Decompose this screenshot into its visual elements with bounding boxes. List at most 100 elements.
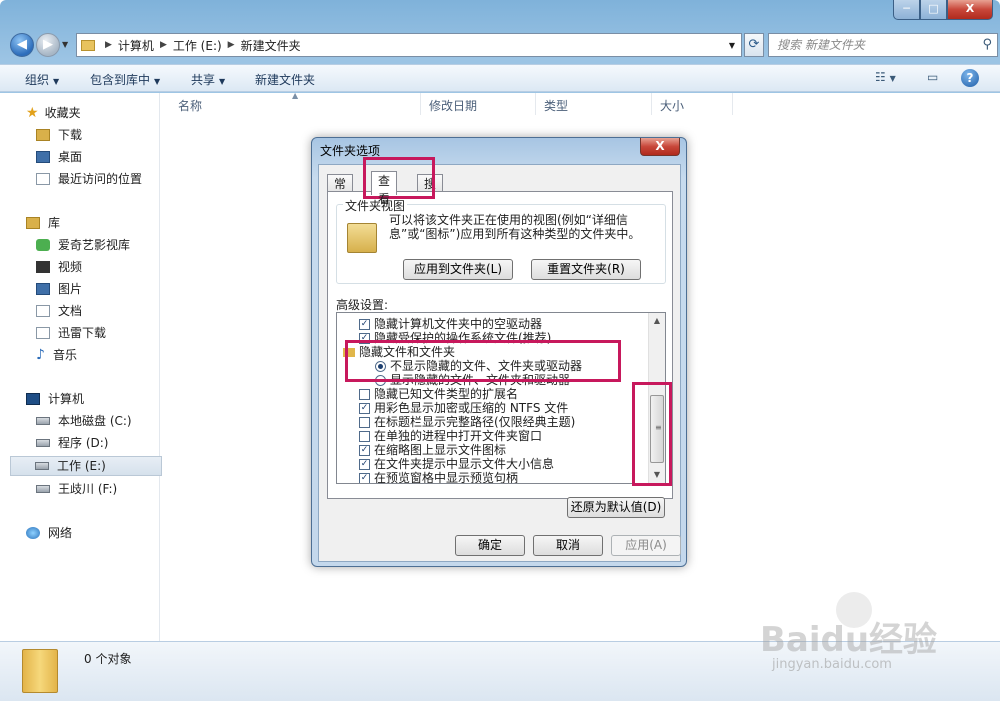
breadcrumb-new-folder[interactable]: 新建文件夹 <box>241 37 301 54</box>
ok-button[interactable]: 确定 <box>455 535 525 556</box>
checkbox-unchecked[interactable] <box>359 430 370 442</box>
column-divider[interactable] <box>651 93 652 115</box>
scroll-up-icon[interactable]: ▲ <box>649 313 665 329</box>
setting-label: 隐藏计算机文件夹中的空驱动器 <box>374 317 543 331</box>
view-options-icon[interactable]: ☷ ▼ <box>875 70 896 84</box>
setting-separate-process[interactable]: 在单独的进程中打开文件夹窗口 <box>359 429 542 443</box>
tab-view[interactable]: 查看 <box>371 171 398 206</box>
setting-label: 在文件夹提示中显示文件大小信息 <box>374 457 555 471</box>
nav-computer[interactable]: 计算机 <box>26 389 178 409</box>
nav-music[interactable]: ♪ 音乐 <box>36 345 188 365</box>
nav-libraries[interactable]: 库 <box>26 213 178 233</box>
nav-pictures-label: 图片 <box>58 282 83 296</box>
search-placeholder: 搜索 新建文件夹 <box>777 38 865 52</box>
navigation-bar: ◀ ▶ ▼ ▶ 计算机 ▶ 工作 (E:) ▶ 新建文件夹 ▼ ⟳ 搜索 新建文… <box>8 30 998 58</box>
column-header-name[interactable]: 名称 <box>178 97 202 114</box>
maximize-button[interactable]: □ <box>920 0 947 20</box>
column-divider[interactable] <box>732 93 733 115</box>
apply-button[interactable]: 应用(A) <box>611 535 681 556</box>
folder-views-group: 文件夹视图 可以将该文件夹正在使用的视图(例如“详细信息”或“图标”)应用到所有… <box>336 197 666 284</box>
nav-favorites[interactable]: ★ 收藏夹 <box>26 103 178 123</box>
search-input[interactable]: 搜索 新建文件夹 ⚲ <box>768 33 998 57</box>
drive-icon <box>36 485 50 493</box>
reset-folders-button[interactable]: 重置文件夹(R) <box>531 259 641 280</box>
column-divider[interactable] <box>420 93 421 115</box>
nav-pictures[interactable]: 图片 <box>36 279 188 299</box>
forward-arrow-icon[interactable]: ▶ <box>36 33 60 57</box>
item-count: 0 个对象 <box>84 652 132 666</box>
column-divider[interactable] <box>535 93 536 115</box>
nav-network[interactable]: 网络 <box>26 523 178 543</box>
apply-to-folders-button[interactable]: 应用到文件夹(L) <box>403 259 513 280</box>
nav-drive-f[interactable]: 王歧川 (F:) <box>36 479 188 499</box>
nav-desktop-label: 桌面 <box>58 150 83 164</box>
checkbox-unchecked[interactable] <box>359 388 370 400</box>
column-header-date-modified[interactable]: 修改日期 <box>429 97 477 114</box>
help-icon[interactable]: ? <box>961 69 979 87</box>
dialog-close-button[interactable]: X <box>640 138 680 156</box>
nav-thunder-downloads[interactable]: 迅雷下载 <box>36 323 188 343</box>
include-in-library-menu[interactable]: 包含到库中 ▼ <box>90 71 160 88</box>
organize-menu[interactable]: 组织 ▼ <box>25 71 59 88</box>
breadcrumb-separator[interactable]: ▶ <box>160 40 167 50</box>
nav-drive-c[interactable]: 本地磁盘 (C:) <box>36 411 188 431</box>
new-folder-button[interactable]: 新建文件夹 <box>255 71 315 88</box>
address-dropdown-icon[interactable]: ▼ <box>729 41 735 50</box>
setting-label: 隐藏已知文件类型的扩展名 <box>374 387 519 401</box>
column-header-size[interactable]: 大小 <box>660 97 684 114</box>
setting-hide-empty-drives[interactable]: ✓ 隐藏计算机文件夹中的空驱动器 <box>359 317 542 331</box>
nav-drive-d[interactable]: 程序 (D:) <box>36 433 188 453</box>
nav-iqiyi-library[interactable]: 爱奇艺影视库 <box>36 235 188 255</box>
refresh-button[interactable]: ⟳ <box>744 33 764 57</box>
nav-thunder-label: 迅雷下载 <box>58 326 107 340</box>
navigation-pane: ★ 收藏夹 下载 桌面 最近访问的位置 库 爱奇艺影视库 视频 图片 文档 迅雷下… <box>8 93 162 641</box>
video-icon <box>36 261 50 273</box>
restore-defaults-button[interactable]: 还原为默认值(D) <box>567 497 665 518</box>
recent-pages-dropdown[interactable]: ▼ <box>62 40 68 49</box>
checkbox-checked[interactable]: ✓ <box>359 444 370 456</box>
breadcrumb-computer[interactable]: 计算机 <box>118 37 154 54</box>
nav-documents[interactable]: 文档 <box>36 301 188 321</box>
breadcrumb-separator[interactable]: ▶ <box>228 40 235 50</box>
share-menu[interactable]: 共享 ▼ <box>191 71 225 88</box>
folder-view-icon <box>347 223 377 253</box>
minimize-button[interactable]: ─ <box>893 0 920 20</box>
picture-icon <box>36 283 50 295</box>
setting-thumbnail-icons[interactable]: ✓ 在缩略图上显示文件图标 <box>359 443 506 457</box>
setting-hide-extensions[interactable]: 隐藏已知文件类型的扩展名 <box>359 387 518 401</box>
breadcrumb-drive-e[interactable]: 工作 (E:) <box>173 37 222 54</box>
preview-pane-icon[interactable]: ▭ <box>927 70 938 84</box>
iqiyi-icon <box>36 239 50 251</box>
nav-videos[interactable]: 视频 <box>36 257 188 277</box>
checkbox-checked[interactable]: ✓ <box>359 458 370 470</box>
back-arrow-icon[interactable]: ◀ <box>10 33 34 57</box>
search-icon[interactable]: ⚲ <box>982 34 992 56</box>
setting-full-path-title[interactable]: 在标题栏显示完整路径(仅限经典主题) <box>359 415 575 429</box>
setting-preview-handlers[interactable]: ✓ 在预览窗格中显示预览句柄 <box>359 471 519 484</box>
library-icon <box>26 217 40 229</box>
close-button[interactable]: X <box>947 0 993 20</box>
nav-drive-d-label: 程序 (D:) <box>58 436 109 450</box>
column-header-type[interactable]: 类型 <box>544 97 568 114</box>
command-toolbar: 组织 ▼ 包含到库中 ▼ 共享 ▼ 新建文件夹 ☷ ▼ ▭ ? <box>0 64 1000 92</box>
drive-icon <box>36 417 50 425</box>
address-bar[interactable]: ▶ 计算机 ▶ 工作 (E:) ▶ 新建文件夹 ▼ <box>76 33 742 57</box>
breadcrumb-separator[interactable]: ▶ <box>105 40 112 50</box>
nav-recent-label: 最近访问的位置 <box>58 172 143 186</box>
setting-label: 在预览窗格中显示预览句柄 <box>374 471 519 484</box>
cancel-button[interactable]: 取消 <box>533 535 603 556</box>
nav-desktop[interactable]: 桌面 <box>36 147 188 167</box>
highlight-scrollbar <box>632 382 672 486</box>
checkbox-checked[interactable]: ✓ <box>359 472 370 483</box>
nav-downloads[interactable]: 下载 <box>36 125 188 145</box>
nav-computer-label: 计算机 <box>48 392 85 406</box>
checkbox-checked[interactable]: ✓ <box>359 402 370 414</box>
nav-recent-places[interactable]: 最近访问的位置 <box>36 169 188 189</box>
folder-views-title: 文件夹视图 <box>343 197 408 214</box>
setting-color-ntfs[interactable]: ✓ 用彩色显示加密或压缩的 NTFS 文件 <box>359 401 568 415</box>
checkbox-checked[interactable]: ✓ <box>359 318 370 330</box>
setting-folder-tips-size[interactable]: ✓ 在文件夹提示中显示文件大小信息 <box>359 457 554 471</box>
checkbox-unchecked[interactable] <box>359 416 370 428</box>
nav-drive-e[interactable]: 工作 (E:) <box>10 456 162 476</box>
folder-views-description: 可以将该文件夹正在使用的视图(例如“详细信息”或“图标”)应用到所有这种类型的文… <box>389 213 641 241</box>
